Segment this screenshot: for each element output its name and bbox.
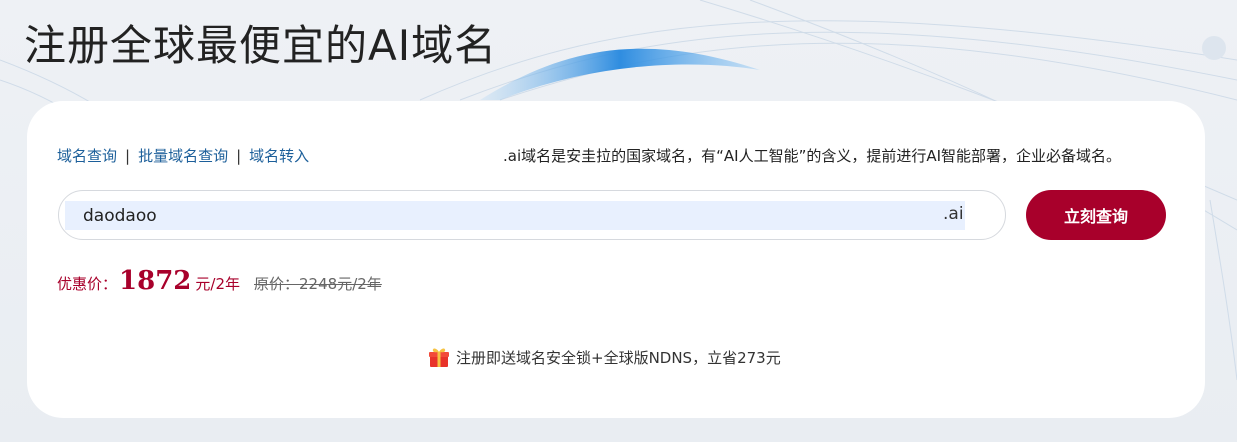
nav-link-domain-search[interactable]: 域名查询 [57, 145, 117, 166]
discount-price-value: 1872 [119, 266, 192, 296]
search-mode-nav: 域名查询 | 批量域名查询 | 域名转入 [57, 145, 309, 166]
gift-icon [429, 348, 449, 367]
discount-price-label: 优惠价： [57, 275, 118, 293]
nav-link-domain-transfer[interactable]: 域名转入 [249, 145, 309, 166]
promo-text: 注册即送域名安全锁+全球版NDNS，立省273元 [456, 348, 781, 367]
original-price: 原价：2248元/2年 [254, 273, 382, 294]
search-panel: 域名查询 | 批量域名查询 | 域名转入 .ai域名是安圭拉的国家域名，有“AI… [27, 101, 1205, 418]
original-price-value: 2248元/2年 [299, 275, 382, 293]
domain-search-input[interactable] [83, 201, 923, 230]
nav-separator: | [125, 146, 131, 165]
tld-suffix: .ai [943, 204, 964, 224]
original-price-label: 原价： [254, 275, 300, 293]
price-info: 优惠价： 1872 元/2年 原价：2248元/2年 [57, 266, 382, 296]
discount-price-unit: 元/2年 [195, 275, 240, 293]
nav-link-bulk-search[interactable]: 批量域名查询 [138, 145, 228, 166]
search-now-button[interactable]: 立刻查询 [1026, 190, 1166, 240]
domain-search-box: .ai [58, 190, 1006, 240]
nav-separator: | [236, 146, 242, 165]
promo-message: 注册即送域名安全锁+全球版NDNS，立省273元 [428, 346, 781, 368]
ai-domain-description: .ai域名是安圭拉的国家域名，有“AI人工智能”的含义，提前进行AI智能部署，企… [503, 147, 1122, 165]
page-title: 注册全球最便宜的AI域名 [24, 21, 498, 70]
